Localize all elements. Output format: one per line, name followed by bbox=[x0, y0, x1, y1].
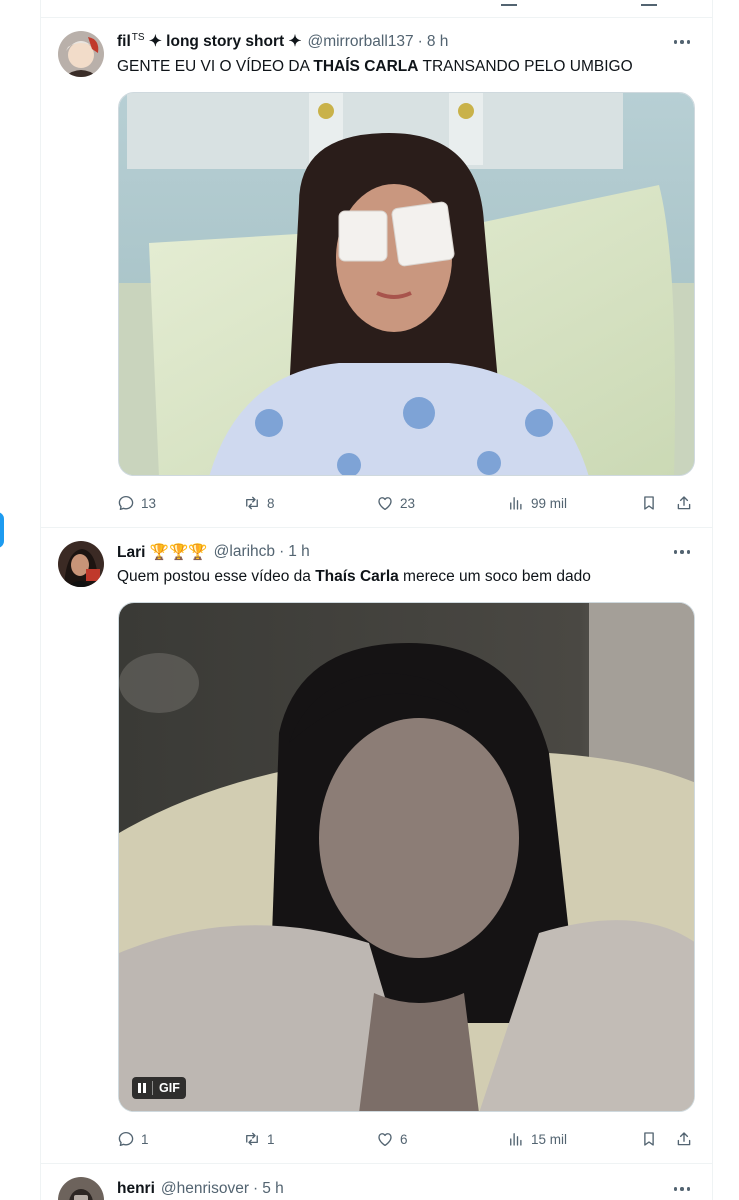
more-icon[interactable] bbox=[672, 1179, 692, 1199]
bookmark-icon bbox=[640, 494, 658, 512]
user-handle[interactable]: @henrisover bbox=[161, 1180, 249, 1198]
separator-dot: · bbox=[253, 1180, 259, 1197]
views-icon bbox=[507, 1130, 525, 1148]
tweet-actions: 1 1 6 15 mil bbox=[117, 1129, 695, 1149]
reply-button[interactable]: 13 bbox=[117, 493, 156, 513]
timestamp[interactable]: 8 h bbox=[427, 33, 449, 51]
badge-divider bbox=[152, 1081, 153, 1095]
bookmark-icon bbox=[640, 1130, 658, 1148]
repost-button[interactable]: 8 bbox=[243, 493, 275, 513]
separator-dot: · bbox=[279, 543, 285, 560]
repost-count: 1 bbox=[267, 1131, 275, 1147]
like-count: 23 bbox=[400, 495, 416, 511]
tweet-text: GENTE EU VI O VÍDEO DA THAÍS CARLA TRANS… bbox=[117, 58, 633, 75]
bookmark-button[interactable] bbox=[640, 1129, 658, 1149]
tweet-image[interactable] bbox=[118, 92, 695, 476]
previous-tweet-actions bbox=[41, 0, 712, 18]
tweet-text: Quem postou esse vídeo da Thaís Carla me… bbox=[117, 568, 591, 585]
gif-badge[interactable]: GIF bbox=[132, 1077, 186, 1099]
reply-count: 1 bbox=[141, 1131, 149, 1147]
gif-label: GIF bbox=[159, 1081, 180, 1095]
views-icon bbox=[507, 494, 525, 512]
views-icon[interactable] bbox=[501, 0, 517, 6]
like-icon bbox=[376, 494, 394, 512]
like-button[interactable]: 6 bbox=[376, 1129, 408, 1149]
display-name[interactable]: filTS ✦ long story short ✦ bbox=[117, 32, 301, 51]
more-icon[interactable] bbox=[672, 32, 692, 52]
like-count: 6 bbox=[400, 1131, 408, 1147]
display-name[interactable]: Lari 🏆🏆🏆 bbox=[117, 543, 208, 562]
repost-count: 8 bbox=[267, 495, 275, 511]
view-count: 15 mil bbox=[531, 1131, 568, 1147]
views-button[interactable]: 15 mil bbox=[507, 1129, 567, 1149]
tweet-actions: 13 8 23 99 mil bbox=[117, 493, 695, 513]
share-button[interactable] bbox=[675, 493, 693, 513]
share-icon bbox=[675, 494, 693, 512]
repost-button[interactable]: 1 bbox=[243, 1129, 275, 1149]
more-icon[interactable] bbox=[672, 542, 692, 562]
user-handle[interactable]: @mirrorball137 bbox=[307, 33, 413, 51]
like-icon bbox=[376, 1130, 394, 1148]
bookmark-icon[interactable] bbox=[641, 0, 657, 6]
bookmark-button[interactable] bbox=[640, 493, 658, 513]
like-button[interactable]: 23 bbox=[376, 493, 415, 513]
repost-icon bbox=[243, 1130, 261, 1148]
reply-icon bbox=[117, 1130, 135, 1148]
repost-icon bbox=[243, 494, 261, 512]
timestamp[interactable]: 5 h bbox=[262, 1180, 284, 1198]
avatar[interactable] bbox=[58, 541, 104, 587]
reply-count: 13 bbox=[141, 495, 157, 511]
timeline-feed: filTS ✦ long story short ✦ @mirrorball13… bbox=[40, 0, 713, 1200]
avatar[interactable] bbox=[58, 31, 104, 77]
tweet-gif[interactable]: GIF bbox=[118, 602, 695, 1112]
tweet-divider bbox=[41, 1163, 712, 1164]
avatar[interactable] bbox=[58, 1177, 104, 1200]
separator-dot: · bbox=[417, 33, 423, 50]
user-handle[interactable]: @larihcb bbox=[214, 543, 275, 561]
views-button[interactable]: 99 mil bbox=[507, 493, 567, 513]
tweet-divider bbox=[41, 527, 712, 528]
reply-button[interactable]: 1 bbox=[117, 1129, 149, 1149]
display-name[interactable]: henri bbox=[117, 1180, 155, 1198]
reply-icon bbox=[117, 494, 135, 512]
pause-icon[interactable] bbox=[138, 1083, 146, 1093]
share-button[interactable] bbox=[675, 1129, 693, 1149]
share-icon bbox=[675, 1130, 693, 1148]
view-count: 99 mil bbox=[531, 495, 568, 511]
timestamp[interactable]: 1 h bbox=[288, 543, 310, 561]
side-panel-handle[interactable] bbox=[0, 512, 4, 548]
